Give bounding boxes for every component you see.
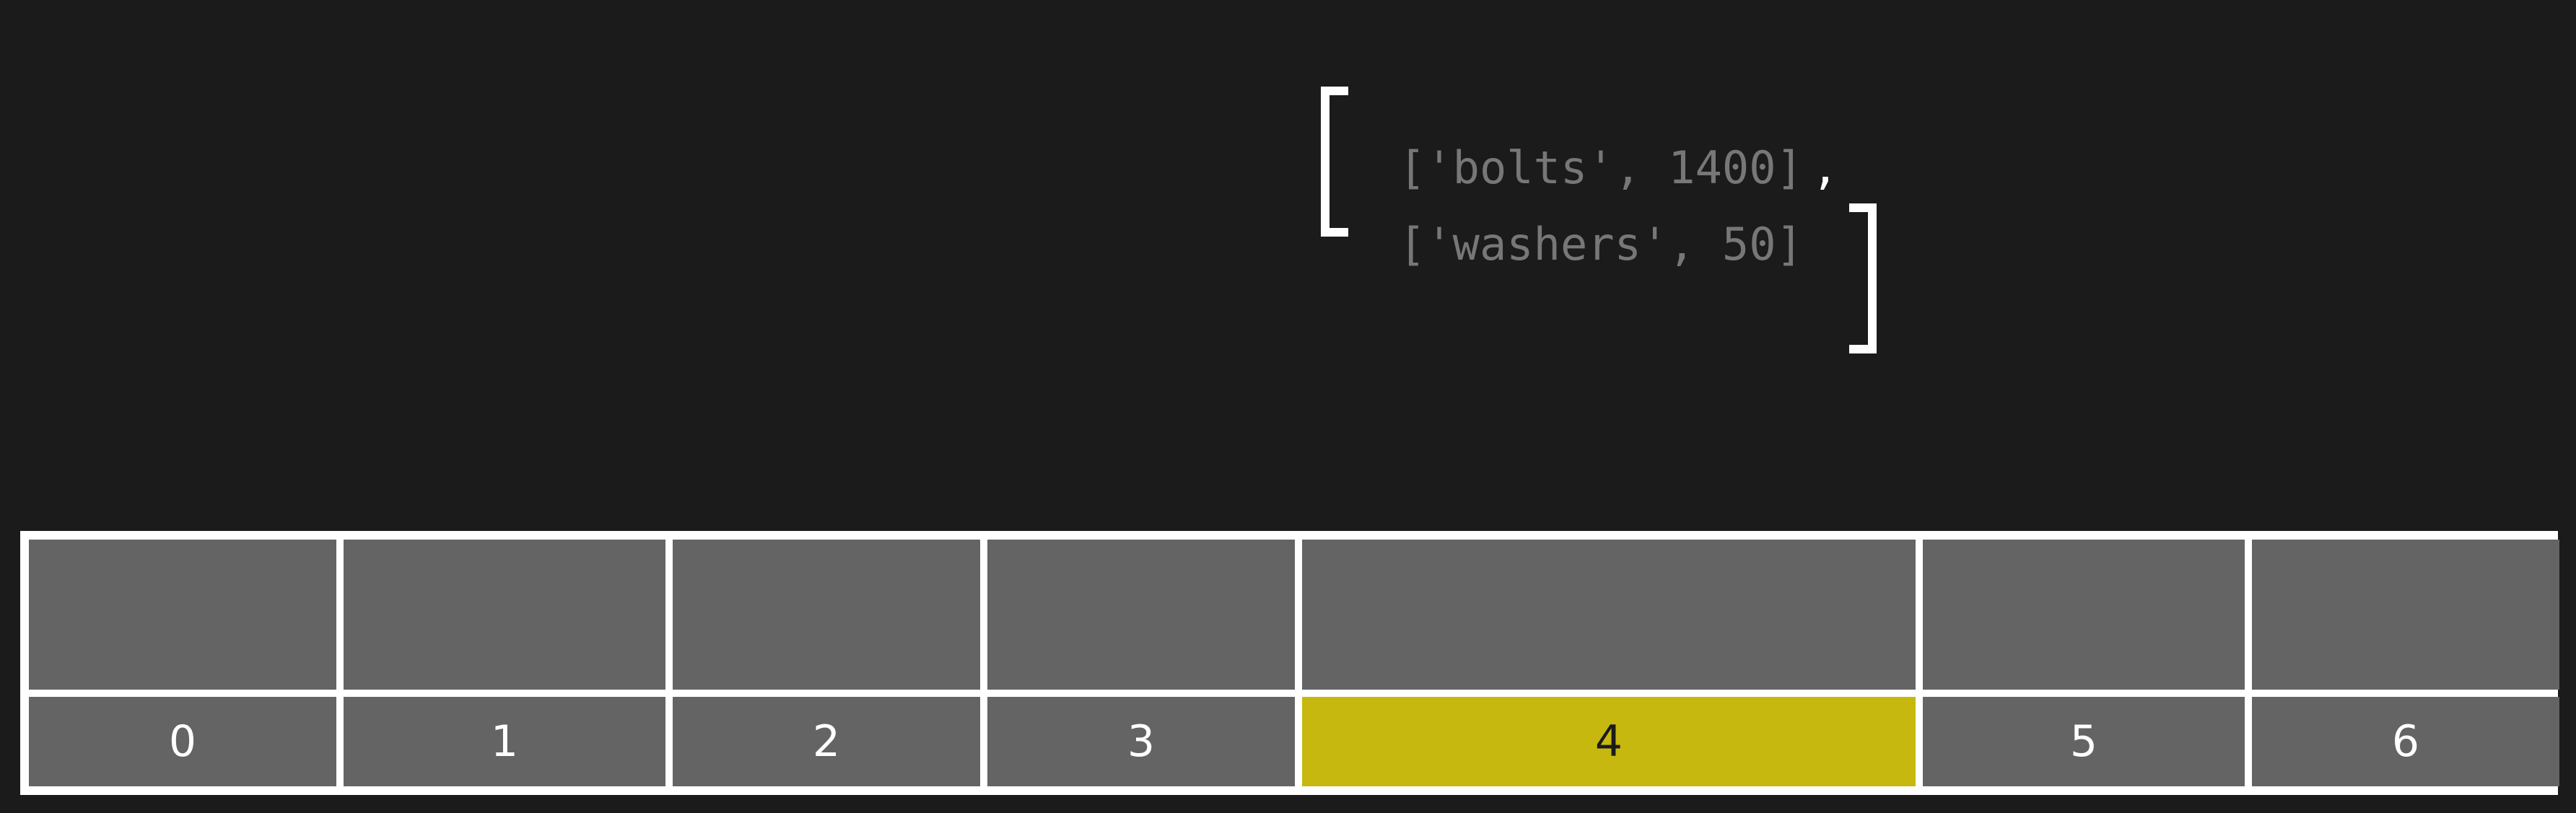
array-index-4: 4 xyxy=(1302,697,1916,786)
array-index-2: 2 xyxy=(673,697,980,786)
list-entry-washers: ['washers', 50] xyxy=(1399,218,1803,271)
open-bracket xyxy=(1321,87,1348,237)
array-index-5: 5 xyxy=(1923,697,2245,786)
array-slot-3 xyxy=(987,540,1295,690)
diagram-canvas: ['bolts', 1400] , ['washers', 50] 0 1 2 … xyxy=(0,0,2576,813)
nested-list-literal: ['bolts', 1400] , ['washers', 50] xyxy=(1321,79,1898,353)
array-slot-0 xyxy=(29,540,336,690)
array-slot-2 xyxy=(673,540,980,690)
array-slot-6 xyxy=(2252,540,2559,690)
array-slot-5 xyxy=(1923,540,2245,690)
close-bracket xyxy=(1849,203,1877,353)
array-slot-1 xyxy=(344,540,665,690)
array-index-6: 6 xyxy=(2252,697,2559,786)
list-entry-bolts: ['bolts', 1400] xyxy=(1399,141,1803,194)
array-index-0: 0 xyxy=(29,697,336,786)
array-index-3: 3 xyxy=(987,697,1295,786)
array-index-1: 1 xyxy=(344,697,665,786)
entry-separator: , xyxy=(1812,141,1839,194)
hash-table-array: 0 1 2 3 4 5 6 xyxy=(20,531,2559,795)
array-slot-4 xyxy=(1302,540,1916,690)
